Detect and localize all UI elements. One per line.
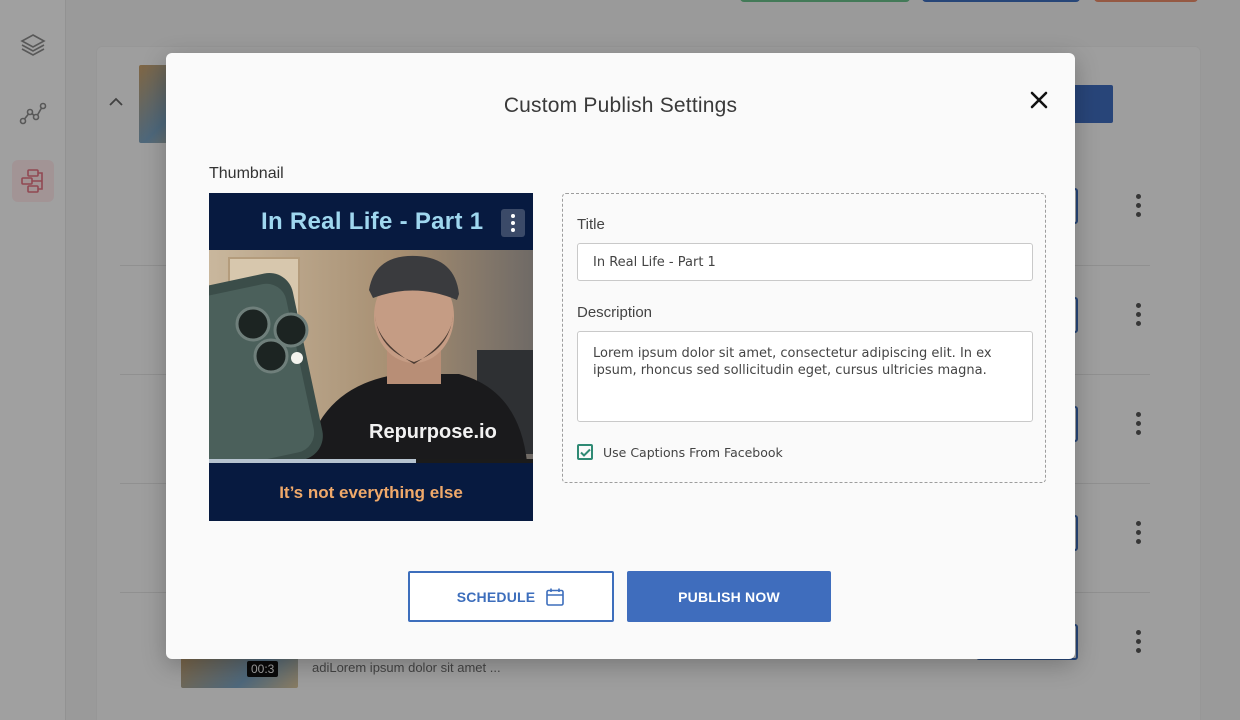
check-icon (579, 448, 591, 457)
thumbnail-video-frame: Repurpose.io (209, 250, 533, 462)
modal-title: Custom Publish Settings (503, 94, 738, 117)
description-label: Description (577, 304, 653, 321)
thumbnail-watermark: Repurpose.io (369, 421, 497, 443)
publish-now-button[interactable]: PUBLISH NOW (627, 571, 831, 622)
thumbnail-preview: In Real Life - Part 1 Repurpose.io It’s … (209, 193, 533, 521)
thumbnail-progress-bar (209, 459, 533, 463)
captions-checkbox-label: Use Captions From Facebook (603, 444, 783, 460)
thumbnail-label: Thumbnail (209, 165, 284, 182)
thumbnail-subtitle: It’s not everything else (279, 483, 463, 502)
captions-checkbox-row[interactable]: Use Captions From Facebook (577, 444, 783, 460)
thumbnail-header: In Real Life - Part 1 (209, 193, 533, 250)
schedule-button[interactable]: SCHEDULE (408, 571, 614, 622)
captions-checkbox[interactable] (577, 444, 593, 460)
publish-fields-panel: Title In Real Life - Part 1 Description … (562, 193, 1046, 483)
more-vertical-icon[interactable] (501, 209, 525, 237)
calendar-icon (546, 588, 565, 606)
title-label: Title (577, 216, 605, 233)
description-textarea[interactable]: Lorem ipsum dolor sit amet, consectetur … (577, 331, 1033, 422)
title-input[interactable]: In Real Life - Part 1 (577, 243, 1033, 281)
schedule-button-label: SCHEDULE (456, 588, 536, 605)
close-icon[interactable] (1026, 87, 1052, 113)
custom-publish-modal: Custom Publish Settings Thumbnail In Rea… (166, 53, 1075, 659)
publish-now-label: PUBLISH NOW (678, 588, 780, 605)
thumbnail-title: In Real Life - Part 1 (261, 208, 484, 235)
